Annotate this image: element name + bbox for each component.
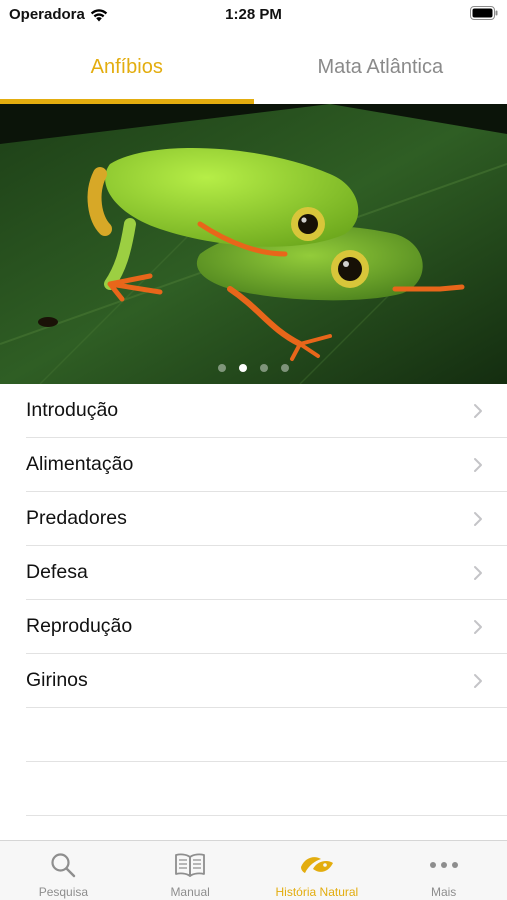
chevron-right-icon (474, 619, 482, 634)
page-dot-3[interactable] (260, 364, 268, 372)
image-carousel[interactable] (0, 104, 507, 384)
tab-anfibios[interactable]: Anfíbios (0, 30, 254, 104)
page-indicator[interactable] (0, 364, 507, 372)
segment-control: Anfíbios Mata Atlântica (0, 30, 507, 104)
search-icon (51, 853, 76, 878)
list-item-label: Defesa (26, 561, 88, 583)
chevron-right-icon (474, 673, 482, 688)
chevron-right-icon (474, 565, 482, 580)
tab-pesquisa[interactable]: Pesquisa (0, 841, 127, 900)
list-item-defesa[interactable]: Defesa (26, 546, 507, 600)
clock: 1:28 PM (225, 6, 282, 23)
list-item-alimentacao[interactable]: Alimentação (26, 438, 507, 492)
tab-manual-label: Manual (170, 885, 210, 899)
book-icon (175, 853, 206, 877)
list-item-label: Introdução (26, 399, 119, 421)
tab-mata-atlantica[interactable]: Mata Atlântica (254, 30, 507, 104)
list-item-girinos[interactable]: Girinos (26, 654, 507, 708)
list-item-predadores[interactable]: Predadores (26, 492, 507, 546)
tab-mais[interactable]: Mais (380, 841, 507, 900)
frog-photo (0, 104, 507, 384)
leaf-frog-icon (300, 857, 333, 873)
tab-mata-atlantica-label: Mata Atlântica (317, 55, 444, 78)
list-item-label: Alimentação (26, 453, 134, 475)
list-item-label: Girinos (26, 669, 88, 691)
chevron-right-icon (474, 403, 482, 418)
status-bar: Operadora 1:28 PM (0, 0, 507, 30)
topic-list: Introdução Alimentação Predadores Defesa… (0, 384, 507, 816)
tab-historia-natural[interactable]: História Natural (254, 841, 381, 900)
list-item-label: Predadores (26, 507, 127, 529)
battery-icon (470, 6, 498, 20)
list-item-label: Reprodução (26, 615, 133, 637)
empty-row (26, 762, 507, 816)
more-icon (429, 862, 458, 868)
tab-manual[interactable]: Manual (127, 841, 254, 900)
empty-row (26, 708, 507, 762)
tab-bar: Pesquisa Manual História Natural Mais (0, 840, 507, 900)
page-dot-4[interactable] (281, 364, 289, 372)
tab-pesquisa-label: Pesquisa (38, 885, 89, 899)
page-dot-1[interactable] (218, 364, 226, 372)
tab-historia-natural-label: História Natural (275, 885, 359, 899)
page-dot-2[interactable] (239, 364, 247, 372)
list-item-reproducao[interactable]: Reprodução (26, 600, 507, 654)
list-item-introducao[interactable]: Introdução (26, 384, 507, 438)
tab-anfibios-label: Anfíbios (90, 55, 163, 78)
chevron-right-icon (474, 511, 482, 526)
tab-mais-label: Mais (430, 885, 457, 899)
chevron-right-icon (474, 457, 482, 472)
